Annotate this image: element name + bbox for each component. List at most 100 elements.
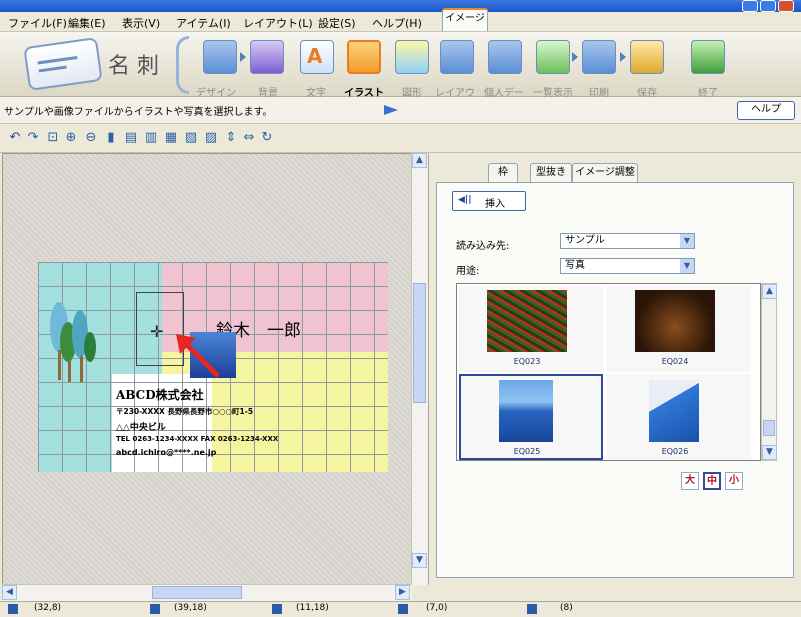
scroll-up-icon[interactable]: ▲ xyxy=(412,153,427,168)
fit-view-icon[interactable]: ⊡ xyxy=(46,131,60,145)
ungroup-icon[interactable]: ▧ xyxy=(184,131,198,145)
menu-help[interactable]: ヘルプ(H) xyxy=(372,15,422,31)
tab-image-adjust[interactable]: イメージ調整 xyxy=(572,163,638,182)
thumbnail-item-selected[interactable]: EQ025 xyxy=(459,374,603,460)
personal-data-icon[interactable] xyxy=(488,40,522,74)
thumbnail-scrollbar[interactable]: ▲ ▼ xyxy=(761,283,777,461)
tab-image[interactable]: イメージ xyxy=(442,8,488,31)
scroll-down-icon[interactable]: ▼ xyxy=(762,445,777,460)
scroll-left-icon[interactable]: ◀ xyxy=(2,585,17,600)
menu-bar: ファイル(F) 編集(E) 表示(V) アイテム(I) レイアウト(L) 設定(… xyxy=(0,12,801,32)
undo-icon[interactable]: ↶ xyxy=(8,131,22,145)
size-large-button[interactable]: 大 xyxy=(681,472,699,490)
menu-view[interactable]: 表示(V) xyxy=(122,15,160,31)
layer-icon xyxy=(527,604,537,614)
canvas-vertical-scrollbar[interactable]: ▲ ▼ xyxy=(411,153,428,585)
save-icon[interactable] xyxy=(630,40,664,74)
thumbnail-caption: EQ026 xyxy=(661,447,689,456)
zoom-in-icon[interactable]: ⊕ xyxy=(64,131,78,145)
print-icon[interactable] xyxy=(582,40,616,74)
thumbnail-image xyxy=(649,380,699,442)
bring-front-icon[interactable]: ▤ xyxy=(124,131,138,145)
menu-layout[interactable]: レイアウト(L) xyxy=(243,15,313,31)
flip-horizontal-icon[interactable]: ⇔ xyxy=(242,131,256,145)
minimize-icon[interactable] xyxy=(742,0,758,12)
status-anchor: (11,18) xyxy=(296,603,329,613)
align-icon[interactable]: ▨ xyxy=(204,131,218,145)
insert-label: 挿入 xyxy=(485,199,505,210)
insert-arrow-icon: ◀|| xyxy=(458,195,472,205)
group-icon[interactable]: ▦ xyxy=(164,131,178,145)
illustration-icon[interactable] xyxy=(347,40,381,74)
size-icon xyxy=(150,604,160,614)
source-select[interactable]: サンプル ▼ xyxy=(560,233,695,249)
maximize-icon[interactable] xyxy=(760,0,776,12)
position-icon xyxy=(8,604,18,614)
card-address-2[interactable]: △△中央ビル xyxy=(116,420,166,433)
anchor-icon xyxy=(272,604,282,614)
layout-icon[interactable] xyxy=(440,40,474,74)
title-bar xyxy=(0,0,801,12)
scroll-thumb[interactable] xyxy=(152,586,242,599)
step-toolbar: 名 刺 デザイン選択 背景 A 文字 イラスト 図形 レイアウト 個人データ 一… xyxy=(0,32,801,114)
hint-bar: サンプルや画像ファイルからイラストや写真を選択します。 ヘルプ xyxy=(0,97,801,124)
delete-icon[interactable]: ▮ xyxy=(104,131,118,145)
canvas-horizontal-scrollbar[interactable]: ◀ ▶ xyxy=(2,584,412,601)
close-icon[interactable] xyxy=(778,0,794,12)
scroll-thumb[interactable] xyxy=(413,283,426,403)
thumbnail-caption: EQ023 xyxy=(513,357,541,366)
redo-icon[interactable]: ↷ xyxy=(26,131,40,145)
design-select-icon[interactable] xyxy=(203,40,237,74)
thumbnail-caption: EQ025 xyxy=(513,447,541,456)
tab-frame[interactable]: 枠 xyxy=(488,163,518,182)
send-back-icon[interactable]: ▥ xyxy=(144,131,158,145)
thumbnail-image xyxy=(487,290,567,352)
thumbnail-item[interactable]: EQ026 xyxy=(607,374,751,460)
card-email[interactable]: abcd.ichiro@****.ne.jp xyxy=(116,448,216,457)
size-medium-button[interactable]: 中 xyxy=(703,472,721,490)
tree-trunk xyxy=(68,360,71,382)
purpose-select[interactable]: 写真 ▼ xyxy=(560,258,695,274)
business-card-icon xyxy=(23,37,103,91)
edit-toolbar: ↶ ↷ ⊡ ⊕ ⊖ ▮ ▤ ▥ ▦ ▧ ▨ ⇕ ⇔ ↻ xyxy=(0,124,801,153)
size-small-button[interactable]: 小 xyxy=(725,472,743,490)
move-cursor-icon: ✛ xyxy=(150,322,164,341)
source-label: 読み込み先: xyxy=(456,241,510,252)
business-card[interactable]: 鈴木 一郎 ABCD株式会社 〒230-XXXX 長野県長野市○○○町1-5 △… xyxy=(38,262,388,472)
insert-button[interactable]: ◀|| 挿入 xyxy=(452,191,526,211)
shape-icon[interactable] xyxy=(395,40,429,74)
scroll-down-icon[interactable]: ▼ xyxy=(412,553,427,568)
mode-label: 名 刺 xyxy=(108,54,159,79)
source-value: サンプル xyxy=(565,235,605,246)
card-company[interactable]: ABCD株式会社 xyxy=(116,386,204,403)
menu-item[interactable]: アイテム(I) xyxy=(176,15,231,31)
status-position: (32,8) xyxy=(34,603,62,613)
thumbnail-list[interactable]: EQ023 EQ024 EQ025 EQ026 xyxy=(456,283,761,461)
tab-cutout[interactable]: 型抜き xyxy=(530,163,572,182)
thumbnail-item[interactable]: EQ024 xyxy=(607,286,751,372)
flip-vertical-icon[interactable]: ⇕ xyxy=(224,131,238,145)
list-view-icon[interactable] xyxy=(536,40,570,74)
hint-text: サンプルや画像ファイルからイラストや写真を選択します。 xyxy=(4,107,273,118)
help-button[interactable]: ヘルプ xyxy=(737,101,795,120)
rotate-icon[interactable]: ↻ xyxy=(260,131,274,145)
card-phone[interactable]: TEL 0263-1234-XXXX FAX 0263-1234-XXX xyxy=(116,435,278,443)
text-icon[interactable]: A xyxy=(300,40,334,74)
tree-trunk xyxy=(58,350,61,380)
menu-settings[interactable]: 設定(S) xyxy=(318,15,356,31)
menu-edit[interactable]: 編集(E) xyxy=(68,15,106,31)
thumbnail-caption: EQ024 xyxy=(661,357,689,366)
thumbnail-item[interactable]: EQ023 xyxy=(459,286,603,372)
background-icon[interactable] xyxy=(250,40,284,74)
exit-icon[interactable] xyxy=(691,40,725,74)
chevron-down-icon[interactable]: ▼ xyxy=(680,234,694,248)
scroll-thumb[interactable] xyxy=(763,420,775,436)
chevron-down-icon[interactable]: ▼ xyxy=(680,259,694,273)
scroll-right-icon[interactable]: ▶ xyxy=(395,585,410,600)
menu-file[interactable]: ファイル(F) xyxy=(8,15,67,31)
arrow-right-icon xyxy=(572,52,578,62)
card-address-1[interactable]: 〒230-XXXX 長野県長野市○○○町1-5 xyxy=(116,406,253,417)
play-icon[interactable] xyxy=(384,105,398,115)
zoom-out-icon[interactable]: ⊖ xyxy=(84,131,98,145)
scroll-up-icon[interactable]: ▲ xyxy=(762,284,777,299)
